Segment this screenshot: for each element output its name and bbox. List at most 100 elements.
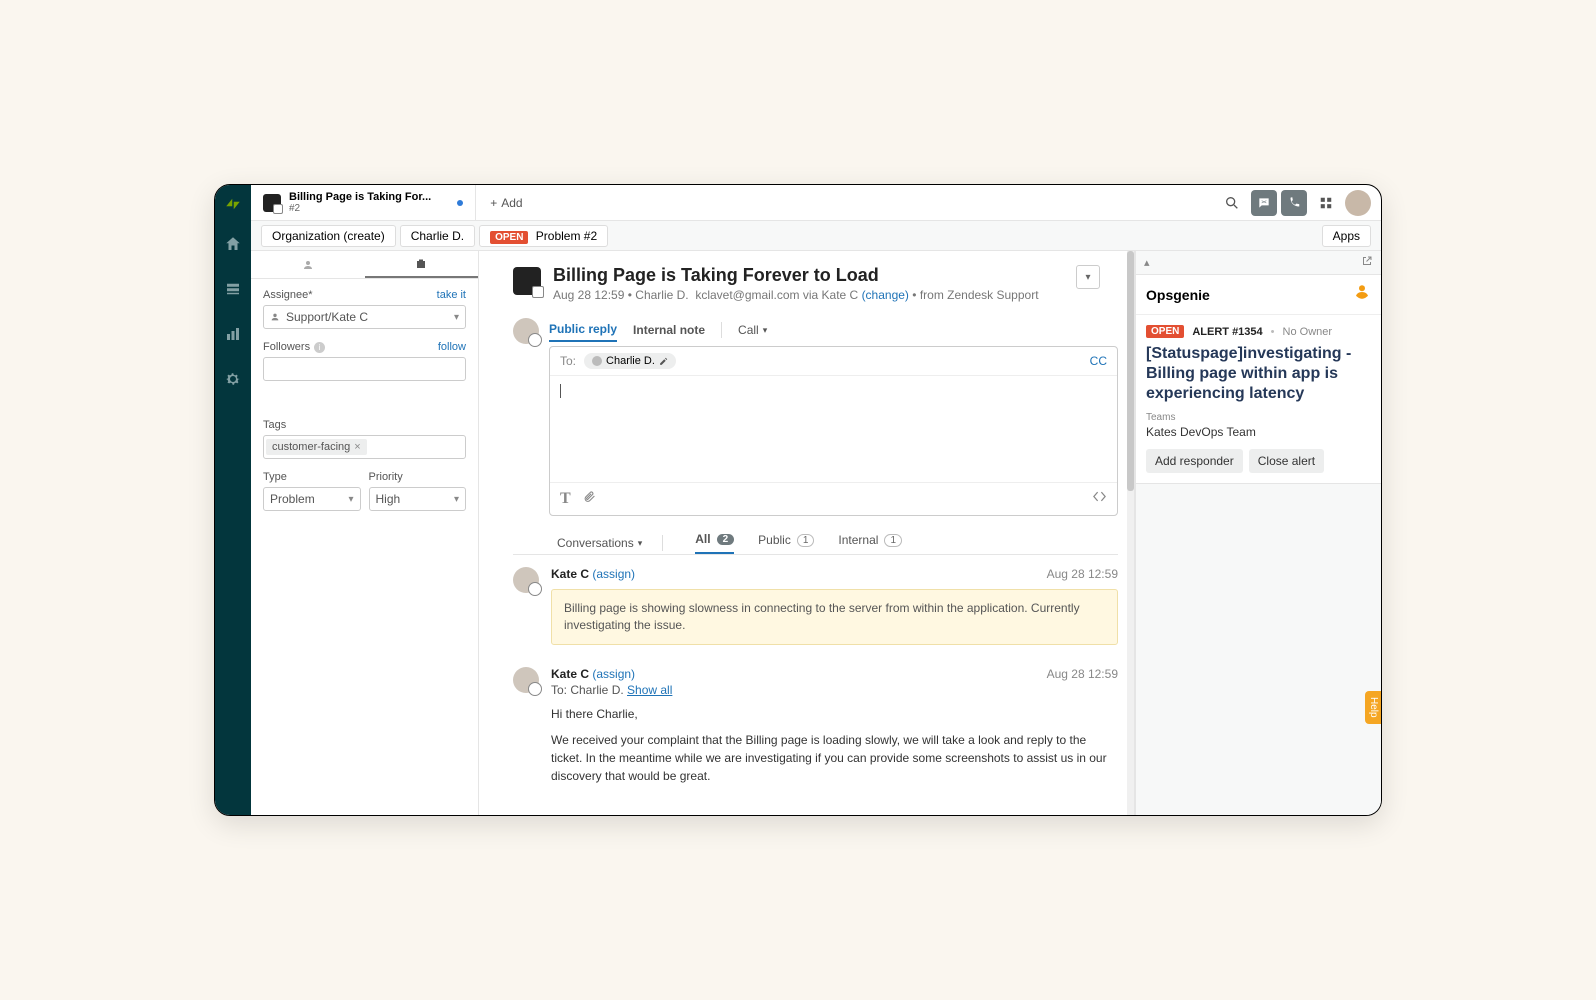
chevron-down-icon: ▾: [763, 325, 768, 336]
followers-label: Followers: [263, 341, 310, 353]
main-panel: Billing Page is Taking Forever to Load A…: [479, 251, 1135, 815]
chevron-down-icon: ▾: [454, 494, 459, 505]
phone-button[interactable]: [1281, 190, 1307, 216]
type-select[interactable]: Problem ▾: [263, 487, 361, 511]
home-icon[interactable]: [224, 235, 242, 258]
assign-link[interactable]: (assign): [592, 667, 635, 681]
opsgenie-icon: [1353, 283, 1371, 306]
teams-value: Kates DevOps Team: [1146, 425, 1371, 439]
message-internal-note: Kate C (assign) Aug 28 12:59 Billing pag…: [479, 555, 1134, 645]
ticket-actions-menu[interactable]: ▾: [1076, 265, 1100, 289]
alert-owner: No Owner: [1283, 326, 1333, 338]
tags-input[interactable]: customer-facing×: [263, 435, 466, 459]
popout-button[interactable]: [1361, 254, 1373, 272]
recipient-avatar-icon: [592, 356, 602, 366]
remove-tag-icon[interactable]: ×: [354, 441, 360, 453]
ticket-tab-side[interactable]: [365, 251, 479, 278]
status-open-badge: OPEN: [490, 231, 528, 244]
chat-button[interactable]: [1251, 190, 1277, 216]
tags-label: Tags: [263, 419, 286, 431]
reply-body: We received your complaint that the Bill…: [551, 731, 1118, 785]
opsgenie-app-card: Opsgenie OPEN ALERT #1354 • No Owner [St…: [1136, 275, 1381, 484]
reply-to-line: To: Charlie D. Show all: [551, 683, 1118, 697]
author-avatar: [513, 667, 539, 693]
conversations-dropdown[interactable]: Conversations▾: [557, 536, 642, 550]
ticket-properties-panel: Assignee* take it Support/Kate C ▾ Follow…: [251, 251, 479, 815]
priority-select[interactable]: High ▾: [369, 487, 467, 511]
reply-composer: To: Charlie D. CC T: [549, 346, 1118, 516]
apps-toggle-button[interactable]: Apps: [1322, 225, 1371, 247]
follow-link[interactable]: follow: [438, 341, 466, 353]
conv-tab-public[interactable]: Public1: [758, 532, 814, 554]
priority-value: High: [376, 492, 401, 506]
conv-tab-all[interactable]: All2: [695, 532, 734, 554]
cc-button[interactable]: CC: [1090, 354, 1107, 368]
apps-panel: ▴ Opsgenie OPEN ALERT #1354 • No Owner: [1135, 251, 1381, 815]
scrollbar-thumb[interactable]: [1127, 251, 1134, 491]
assignee-label: Assignee*: [263, 289, 313, 301]
count-internal: 1: [884, 534, 902, 547]
text-format-button[interactable]: T: [560, 490, 571, 508]
author-name: Kate C: [551, 667, 589, 681]
to-label: To:: [560, 354, 576, 368]
ticket-meta: Aug 28 12:59 • Charlie D. kclavet@gmail.…: [553, 288, 1064, 302]
author-avatar: [513, 567, 539, 593]
assignee-select[interactable]: Support/Kate C ▾: [263, 305, 466, 329]
top-bar: Billing Page is Taking For... #2 + Add: [251, 185, 1381, 221]
chevron-down-icon: ▾: [638, 538, 643, 549]
requester-tab[interactable]: [251, 251, 365, 278]
recipient-chip[interactable]: Charlie D.: [584, 353, 676, 369]
collapse-apps-button[interactable]: ▴: [1144, 256, 1150, 269]
app-name: Opsgenie: [1146, 287, 1210, 303]
internal-note-tab[interactable]: Internal note: [633, 319, 705, 341]
public-reply-tab[interactable]: Public reply: [549, 318, 617, 342]
take-it-link[interactable]: take it: [437, 289, 466, 301]
reply-textarea[interactable]: [550, 376, 1117, 482]
breadcrumb-bar: Organization (create) Charlie D. OPEN Pr…: [251, 221, 1381, 251]
show-all-link[interactable]: Show all: [627, 683, 672, 697]
close-alert-button[interactable]: Close alert: [1249, 449, 1324, 473]
followers-input[interactable]: [263, 357, 466, 381]
add-responder-button[interactable]: Add responder: [1146, 449, 1243, 473]
settings-icon[interactable]: [224, 370, 242, 393]
search-button[interactable]: [1219, 190, 1245, 216]
add-label: Add: [501, 196, 522, 210]
crumb-requester[interactable]: Charlie D.: [400, 225, 475, 247]
crumb-organization[interactable]: Organization (create): [261, 225, 396, 247]
attachment-button[interactable]: [583, 490, 596, 508]
message-public-reply: Kate C (assign) Aug 28 12:59 To: Charlie…: [479, 655, 1134, 785]
plus-icon: +: [490, 196, 497, 210]
agent-avatar: [513, 318, 539, 344]
reports-icon[interactable]: [224, 325, 242, 348]
chevron-down-icon: ▾: [1085, 272, 1090, 283]
ticket-type-icon: [513, 267, 541, 295]
count-public: 1: [797, 534, 815, 547]
priority-label: Priority: [369, 471, 403, 483]
alert-title[interactable]: [Statuspage]investigating - Billing page…: [1146, 344, 1371, 404]
left-nav: [215, 185, 251, 815]
user-avatar[interactable]: [1345, 190, 1371, 216]
tab-title: Billing Page is Taking For...: [289, 191, 431, 203]
info-icon: i: [314, 342, 325, 353]
author-name: Kate C: [551, 567, 589, 581]
chevron-down-icon: ▾: [348, 494, 353, 505]
assign-link[interactable]: (assign): [592, 567, 635, 581]
tag-chip[interactable]: customer-facing×: [266, 439, 367, 455]
apps-grid-button[interactable]: [1313, 190, 1339, 216]
add-tab-button[interactable]: + Add: [476, 196, 536, 210]
type-value: Problem: [270, 492, 315, 506]
help-tab[interactable]: Help: [1365, 691, 1382, 724]
call-tab[interactable]: Call▾: [738, 323, 767, 337]
macro-button[interactable]: [1092, 489, 1107, 509]
crumb-ticket[interactable]: OPEN Problem #2: [479, 225, 608, 247]
ticket-tab[interactable]: Billing Page is Taking For... #2: [251, 185, 476, 220]
tab-subtitle: #2: [289, 203, 431, 214]
views-icon[interactable]: [224, 280, 242, 303]
change-requester-link[interactable]: (change): [862, 288, 909, 302]
count-all: 2: [717, 534, 735, 545]
alert-status-badge: OPEN: [1146, 325, 1184, 338]
chevron-down-icon: ▾: [454, 312, 459, 323]
conv-tab-internal[interactable]: Internal1: [838, 532, 902, 554]
unsaved-indicator-icon: [457, 200, 463, 206]
edit-icon[interactable]: [659, 357, 668, 366]
